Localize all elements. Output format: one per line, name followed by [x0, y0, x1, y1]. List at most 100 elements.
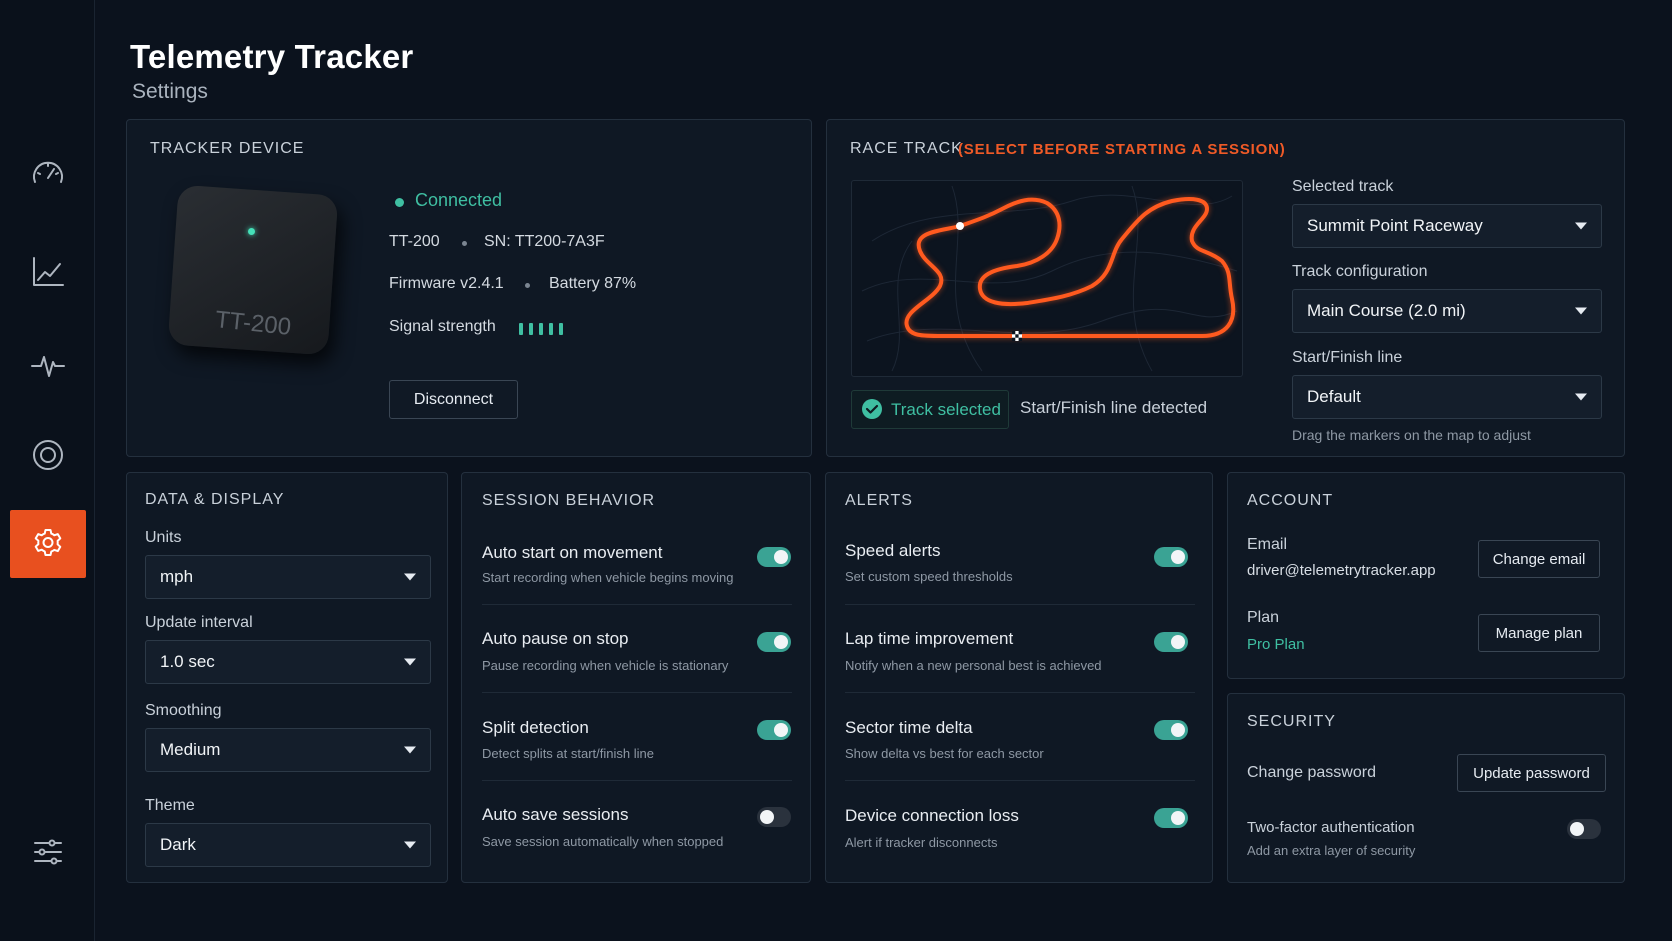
nav-target[interactable]	[10, 421, 86, 489]
smoothing-select[interactable]: Medium	[145, 728, 431, 772]
start-finish-status: Start/Finish line detected	[1020, 398, 1208, 417]
race-track-warning: (SELECT BEFORE STARTING A SESSION)	[958, 141, 1286, 158]
start-finish-marker[interactable]	[1012, 331, 1022, 341]
manage-plan-button[interactable]: Manage plan	[1478, 614, 1600, 652]
divider	[845, 780, 1195, 781]
auto-save-desc: Save session automatically when stopped	[482, 834, 724, 849]
pulse-icon	[31, 356, 65, 377]
alerts-card: ALERTS Speed alerts Set custom speed thr…	[825, 472, 1213, 883]
nav-preferences[interactable]	[10, 818, 86, 886]
connection-loss-label: Device connection loss	[845, 806, 1019, 825]
signal-bar	[539, 323, 543, 335]
map-contours	[861, 185, 1238, 372]
nav-dashboard[interactable]	[10, 140, 86, 208]
speed-alerts-desc: Set custom speed thresholds	[845, 569, 1013, 584]
start-finish-select[interactable]: Default	[1292, 375, 1602, 419]
sliders-icon	[34, 839, 62, 865]
auto-save-toggle[interactable]	[757, 807, 791, 827]
device-image: TT-200	[167, 184, 339, 356]
signal-bar	[519, 323, 523, 335]
nav-settings[interactable]	[10, 510, 86, 578]
start-finish-label: Start/Finish line	[1292, 349, 1403, 366]
auto-pause-toggle[interactable]	[757, 632, 791, 652]
nav-analytics[interactable]	[10, 238, 86, 306]
lap-time-toggle[interactable]	[1154, 632, 1188, 652]
target-icon	[33, 440, 63, 470]
sector-delta-desc: Show delta vs best for each sector	[845, 746, 1044, 761]
signal-label: Signal strength	[389, 318, 496, 335]
split-detection-toggle[interactable]	[757, 720, 791, 740]
auto-pause-desc: Pause recording when vehicle is stationa…	[482, 658, 729, 673]
device-serial: SN: TT200-7A3F	[484, 233, 605, 250]
chevron-down-icon	[1575, 307, 1587, 315]
page-title: Telemetry Tracker	[130, 38, 414, 75]
signal-bar	[559, 323, 563, 335]
selected-track-select[interactable]: Summit Point Raceway	[1292, 204, 1602, 248]
security-card: SECURITY Change password Update password…	[1227, 693, 1625, 883]
tracker-device-card: TRACKER DEVICE TT-200 Connected TT-200 S…	[126, 119, 812, 457]
speed-alerts-label: Speed alerts	[845, 541, 941, 560]
units-select[interactable]: mph	[145, 555, 431, 599]
auto-start-toggle[interactable]	[757, 547, 791, 567]
signal-bars	[519, 323, 563, 335]
chevron-down-icon	[404, 841, 416, 849]
update-password-button[interactable]: Update password	[1457, 754, 1606, 792]
theme-select[interactable]: Dark	[145, 823, 431, 867]
track-marker[interactable]	[956, 222, 964, 230]
change-password-label: Change password	[1247, 764, 1376, 781]
lap-time-desc: Notify when a new personal best is achie…	[845, 658, 1102, 673]
plan-value: Pro Plan	[1247, 636, 1305, 653]
session-behavior-title: SESSION BEHAVIOR	[482, 492, 656, 509]
selected-track-label: Selected track	[1292, 178, 1394, 195]
chevron-down-icon	[1575, 222, 1587, 230]
device-model: TT-200	[389, 233, 440, 250]
chevron-down-icon	[404, 573, 416, 581]
nav-live[interactable]	[10, 331, 86, 399]
tracker-card-title: TRACKER DEVICE	[150, 140, 305, 157]
map-hint: Drag the markers on the map to adjust	[1292, 427, 1531, 443]
update-interval-value: 1.0 sec	[160, 652, 215, 671]
alerts-title: ALERTS	[845, 492, 913, 509]
separator-dot	[462, 241, 467, 246]
account-card: ACCOUNT Email driver@telemetrytracker.ap…	[1227, 472, 1625, 679]
track-config-label: Track configuration	[1292, 263, 1428, 280]
data-display-card: DATA & DISPLAY Units mph Update interval…	[126, 472, 448, 883]
track-selected-label: Track selected	[891, 400, 1001, 419]
track-map[interactable]	[851, 180, 1243, 377]
auto-save-label: Auto save sessions	[482, 805, 629, 824]
gear-icon	[34, 529, 62, 556]
data-display-title: DATA & DISPLAY	[145, 491, 285, 508]
smoothing-label: Smoothing	[145, 702, 222, 719]
email-label: Email	[1247, 536, 1288, 553]
divider	[482, 780, 792, 781]
divider	[845, 604, 1195, 605]
connection-loss-toggle[interactable]	[1154, 808, 1188, 828]
change-email-button[interactable]: Change email	[1478, 540, 1600, 578]
sidebar	[0, 0, 95, 941]
session-behavior-card: SESSION BEHAVIOR Auto start on movement …	[461, 472, 811, 883]
two-factor-toggle[interactable]	[1567, 819, 1601, 839]
signal-bar	[549, 323, 553, 335]
divider	[482, 604, 792, 605]
auto-start-label: Auto start on movement	[482, 543, 663, 562]
check-circle-icon	[862, 399, 882, 419]
two-factor-label: Two-factor authentication	[1247, 819, 1415, 836]
track-config-select[interactable]: Main Course (2.0 mi)	[1292, 289, 1602, 333]
units-value: mph	[160, 567, 194, 586]
status-dot	[395, 198, 404, 207]
disconnect-button[interactable]: Disconnect	[389, 380, 518, 419]
connection-loss-desc: Alert if tracker disconnects	[845, 835, 998, 850]
email-value: driver@telemetrytracker.app	[1247, 562, 1436, 579]
start-finish-value: Default	[1307, 387, 1361, 406]
sector-delta-toggle[interactable]	[1154, 720, 1188, 740]
signal-bar	[529, 323, 533, 335]
update-interval-select[interactable]: 1.0 sec	[145, 640, 431, 684]
connection-status: Connected	[415, 190, 503, 210]
speed-alerts-toggle[interactable]	[1154, 547, 1188, 567]
sector-delta-label: Sector time delta	[845, 718, 973, 737]
divider	[482, 692, 792, 693]
race-track-title: RACE TRACK	[850, 140, 963, 157]
split-detection-label: Split detection	[482, 718, 589, 737]
track-outline	[904, 197, 1236, 338]
smoothing-value: Medium	[160, 740, 221, 759]
